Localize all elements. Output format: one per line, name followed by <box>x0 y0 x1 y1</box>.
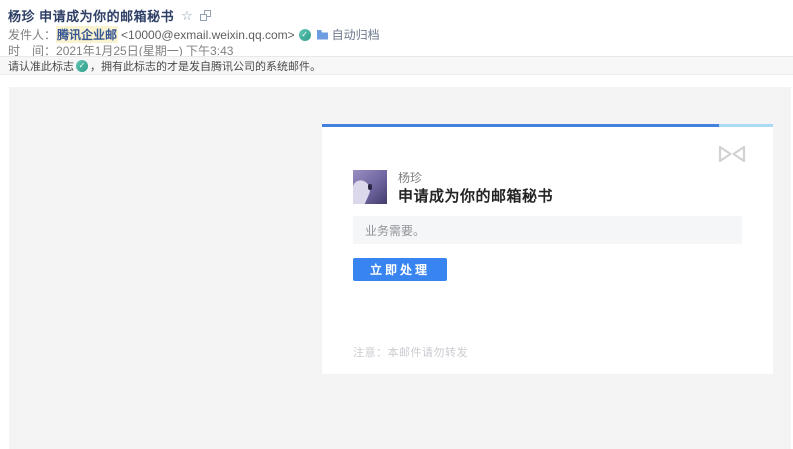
mail-read-view: 杨珍 申请成为你的邮箱秘书 ☆ 发件人： 腾讯企业邮 <10000@exmail… <box>0 0 793 449</box>
auto-archive-link[interactable]: 自动归档 <box>332 26 380 43</box>
card-accent-line <box>322 124 773 127</box>
authenticity-notice-bar: 请认准此标志 ✓ ，拥有此标志的才是发自腾讯公司的系统邮件。 <box>0 56 793 75</box>
notice-text-after: ，拥有此标志的才是发自腾讯公司的系统邮件。 <box>90 58 321 74</box>
notice-text-before: 请认准此标志 <box>8 58 74 74</box>
from-row: 发件人： 腾讯企业邮 <10000@exmail.weixin.qq.com> … <box>8 26 380 43</box>
card-sender-name: 杨珍 <box>398 169 422 186</box>
message-card: 杨珍 申请成为你的邮箱秘书 业务需要。 立即处理 注意：本邮件请勿转发 <box>322 124 773 374</box>
sender-name[interactable]: 腾讯企业邮 <box>56 26 118 43</box>
star-icon[interactable]: ☆ <box>181 9 193 22</box>
subject-row: 杨珍 申请成为你的邮箱秘书 ☆ <box>8 6 211 24</box>
avatar-hand-shape <box>353 178 373 204</box>
archive-folder-icon[interactable] <box>316 29 329 40</box>
from-label: 发件人： <box>8 26 56 43</box>
sender-avatar <box>353 170 387 204</box>
sender-address[interactable]: <10000@exmail.weixin.qq.com> <box>121 28 295 42</box>
avatar-detail-shape <box>368 184 372 190</box>
message-text: 业务需要。 <box>365 222 425 239</box>
brand-logo-icon <box>717 144 747 164</box>
footer-note: 注意：本邮件请勿转发 <box>353 344 468 360</box>
email-subject: 杨珍 申请成为你的邮箱秘书 <box>8 6 174 25</box>
verified-badge-icon: ✓ <box>76 60 88 72</box>
email-body-background: 杨珍 申请成为你的邮箱秘书 业务需要。 立即处理 注意：本邮件请勿转发 <box>9 87 791 449</box>
message-box: 业务需要。 <box>353 216 742 244</box>
handle-now-button[interactable]: 立即处理 <box>353 258 447 281</box>
popup-front-square <box>200 14 207 21</box>
card-title: 申请成为你的邮箱秘书 <box>398 185 553 206</box>
open-in-new-window-icon[interactable] <box>200 10 211 21</box>
verified-badge-icon: ✓ <box>299 29 311 41</box>
card-accent-line-light-segment <box>719 124 773 127</box>
